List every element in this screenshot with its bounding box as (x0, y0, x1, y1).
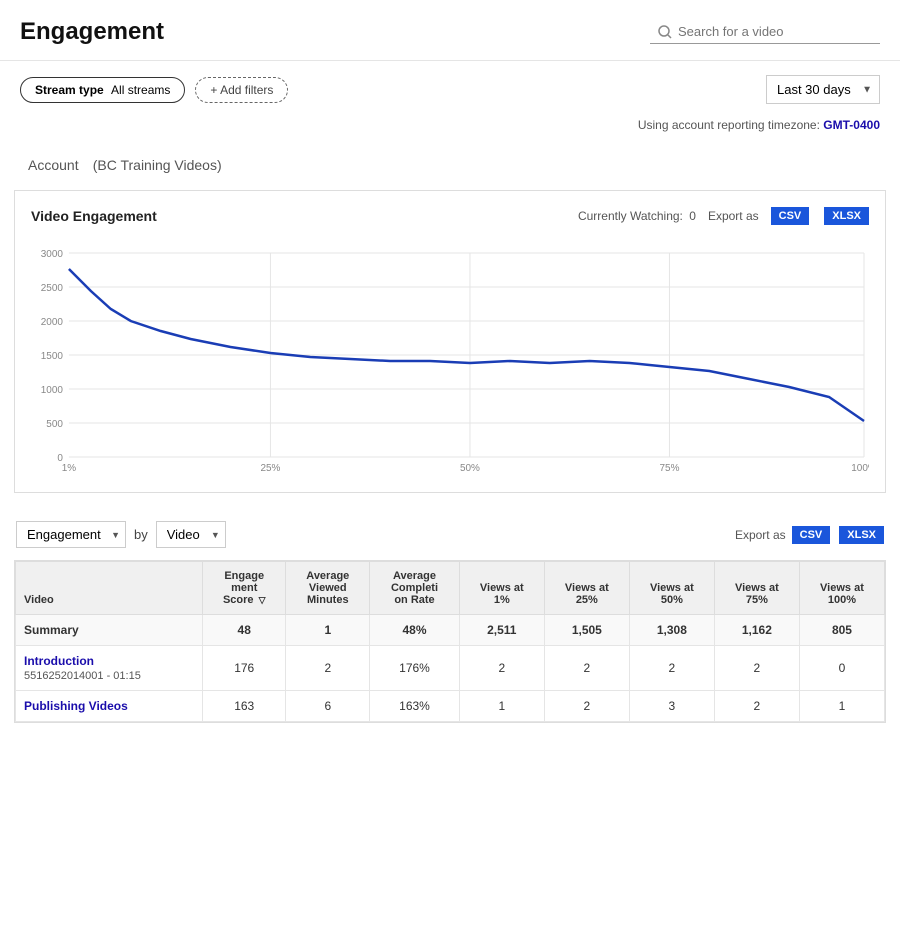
add-filters-button[interactable]: + Add filters (195, 77, 288, 103)
date-select[interactable]: Last 30 days Last 7 days Last 60 days La… (766, 75, 880, 104)
col-header-views-50: Views at50% (629, 562, 714, 615)
video-id-1: 5516252014001 - 01:15 (24, 670, 141, 682)
summary-avg-completion: 48% (370, 615, 460, 646)
stream-type-button[interactable]: Stream type All streams (20, 77, 185, 103)
search-icon (658, 25, 672, 39)
row1-engagement: 176 (203, 646, 286, 691)
row2-avg-completion: 163% (370, 691, 460, 722)
summary-label: Summary (16, 615, 203, 646)
svg-text:100%: 100% (851, 463, 869, 474)
row1-views-75: 2 (714, 646, 799, 691)
search-box[interactable] (650, 20, 880, 44)
metric-dropdown-wrap[interactable]: Engagement (16, 521, 126, 548)
currently-watching-label: Currently Watching: 0 (578, 209, 696, 223)
chart-header: Video Engagement Currently Watching: 0 E… (31, 207, 869, 225)
timezone-row: Using account reporting timezone: GMT-04… (0, 118, 900, 142)
svg-text:1000: 1000 (41, 385, 64, 396)
export-label: Export as (708, 209, 759, 223)
row1-views-1: 2 (459, 646, 544, 691)
search-input[interactable] (678, 24, 858, 39)
row2-engagement: 163 (203, 691, 286, 722)
chart-xlsx-button[interactable]: XLSX (824, 207, 869, 225)
video-link-1[interactable]: Introduction (24, 654, 94, 668)
table-row: Introduction 5516252014001 - 01:15 176 2… (16, 646, 885, 691)
table-export: Export as CSV XLSX (735, 526, 884, 544)
row2-avg-viewed: 6 (286, 691, 370, 722)
svg-text:500: 500 (46, 419, 63, 430)
stream-type-label: Stream type (35, 83, 104, 97)
chart-csv-button[interactable]: CSV (771, 207, 810, 225)
engagement-table: Video EngagementScore ▽ AverageViewedMin… (15, 561, 885, 722)
row1-views-25: 2 (544, 646, 629, 691)
row1-views-100: 0 (799, 646, 884, 691)
timezone-prefix: Using account reporting timezone: (638, 118, 820, 132)
table-xlsx-button[interactable]: XLSX (839, 526, 884, 544)
data-table-wrap: Video EngagementScore ▽ AverageViewedMin… (14, 560, 886, 723)
video-cell-2: Publishing Videos (16, 691, 203, 722)
row2-views-75: 2 (714, 691, 799, 722)
sort-arrow: ▽ (259, 595, 266, 605)
svg-text:75%: 75% (660, 463, 680, 474)
col-header-views-1: Views at1% (459, 562, 544, 615)
table-header-row: Video EngagementScore ▽ AverageViewedMin… (16, 562, 885, 615)
row2-views-50: 3 (629, 691, 714, 722)
chart-area: 3000 2500 2000 1500 1000 500 0 1% 25 (31, 239, 869, 482)
svg-text:1%: 1% (62, 463, 77, 474)
row1-avg-viewed: 2 (286, 646, 370, 691)
chart-meta: Currently Watching: 0 Export as CSV XLSX (578, 207, 869, 225)
stream-type-value: All streams (111, 83, 170, 97)
video-link-2[interactable]: Publishing Videos (24, 699, 128, 713)
filters-row: Stream type All streams + Add filters La… (0, 61, 900, 118)
table-csv-button[interactable]: CSV (792, 526, 831, 544)
summary-engagement: 48 (203, 615, 286, 646)
date-select-wrap[interactable]: Last 30 days Last 7 days Last 60 days La… (766, 75, 880, 104)
table-controls-left: Engagement by Video (16, 521, 226, 548)
svg-text:2500: 2500 (41, 283, 64, 294)
row2-views-100: 1 (799, 691, 884, 722)
summary-views-50: 1,308 (629, 615, 714, 646)
chart-panel: Video Engagement Currently Watching: 0 E… (14, 190, 886, 493)
header: Engagement (0, 0, 900, 61)
svg-text:50%: 50% (460, 463, 480, 474)
row2-views-1: 1 (459, 691, 544, 722)
row1-avg-completion: 176% (370, 646, 460, 691)
table-row: Publishing Videos 163 6 163% 1 2 3 2 1 (16, 691, 885, 722)
svg-text:1500: 1500 (41, 351, 64, 362)
row2-views-25: 2 (544, 691, 629, 722)
by-label: by (134, 527, 148, 542)
summary-views-75: 1,162 (714, 615, 799, 646)
summary-row: Summary 48 1 48% 2,511 1,505 1,308 1,162… (16, 615, 885, 646)
metric-select[interactable]: Engagement (16, 521, 126, 548)
row1-views-50: 2 (629, 646, 714, 691)
group-dropdown-wrap[interactable]: Video (156, 521, 226, 548)
col-header-views-75: Views at75% (714, 562, 799, 615)
col-header-avg-completion: AverageCompletion Rate (370, 562, 460, 615)
filters-left: Stream type All streams + Add filters (20, 77, 288, 103)
col-header-engagement[interactable]: EngagementScore ▽ (203, 562, 286, 615)
col-header-views-25: Views at25% (544, 562, 629, 615)
summary-views-1: 2,511 (459, 615, 544, 646)
page-title: Engagement (20, 18, 164, 46)
svg-text:2000: 2000 (41, 317, 64, 328)
engagement-chart: 3000 2500 2000 1500 1000 500 0 1% 25 (31, 239, 869, 479)
chart-title: Video Engagement (31, 208, 157, 224)
account-label: Account (28, 157, 79, 173)
col-header-views-100: Views at100% (799, 562, 884, 615)
table-export-label: Export as (735, 528, 786, 542)
col-header-avg-viewed: AverageViewedMinutes (286, 562, 370, 615)
svg-text:25%: 25% (260, 463, 280, 474)
table-controls: Engagement by Video Export as CSV XLSX (0, 509, 900, 560)
svg-text:3000: 3000 (41, 249, 64, 260)
account-sub: (BC Training Videos) (93, 157, 222, 173)
group-select[interactable]: Video (156, 521, 226, 548)
summary-views-100: 805 (799, 615, 884, 646)
account-section-title: Account (BC Training Videos) (0, 142, 900, 190)
video-cell-1: Introduction 5516252014001 - 01:15 (16, 646, 203, 691)
summary-views-25: 1,505 (544, 615, 629, 646)
timezone-link[interactable]: GMT-0400 (823, 118, 880, 132)
summary-avg-viewed: 1 (286, 615, 370, 646)
col-header-video: Video (16, 562, 203, 615)
